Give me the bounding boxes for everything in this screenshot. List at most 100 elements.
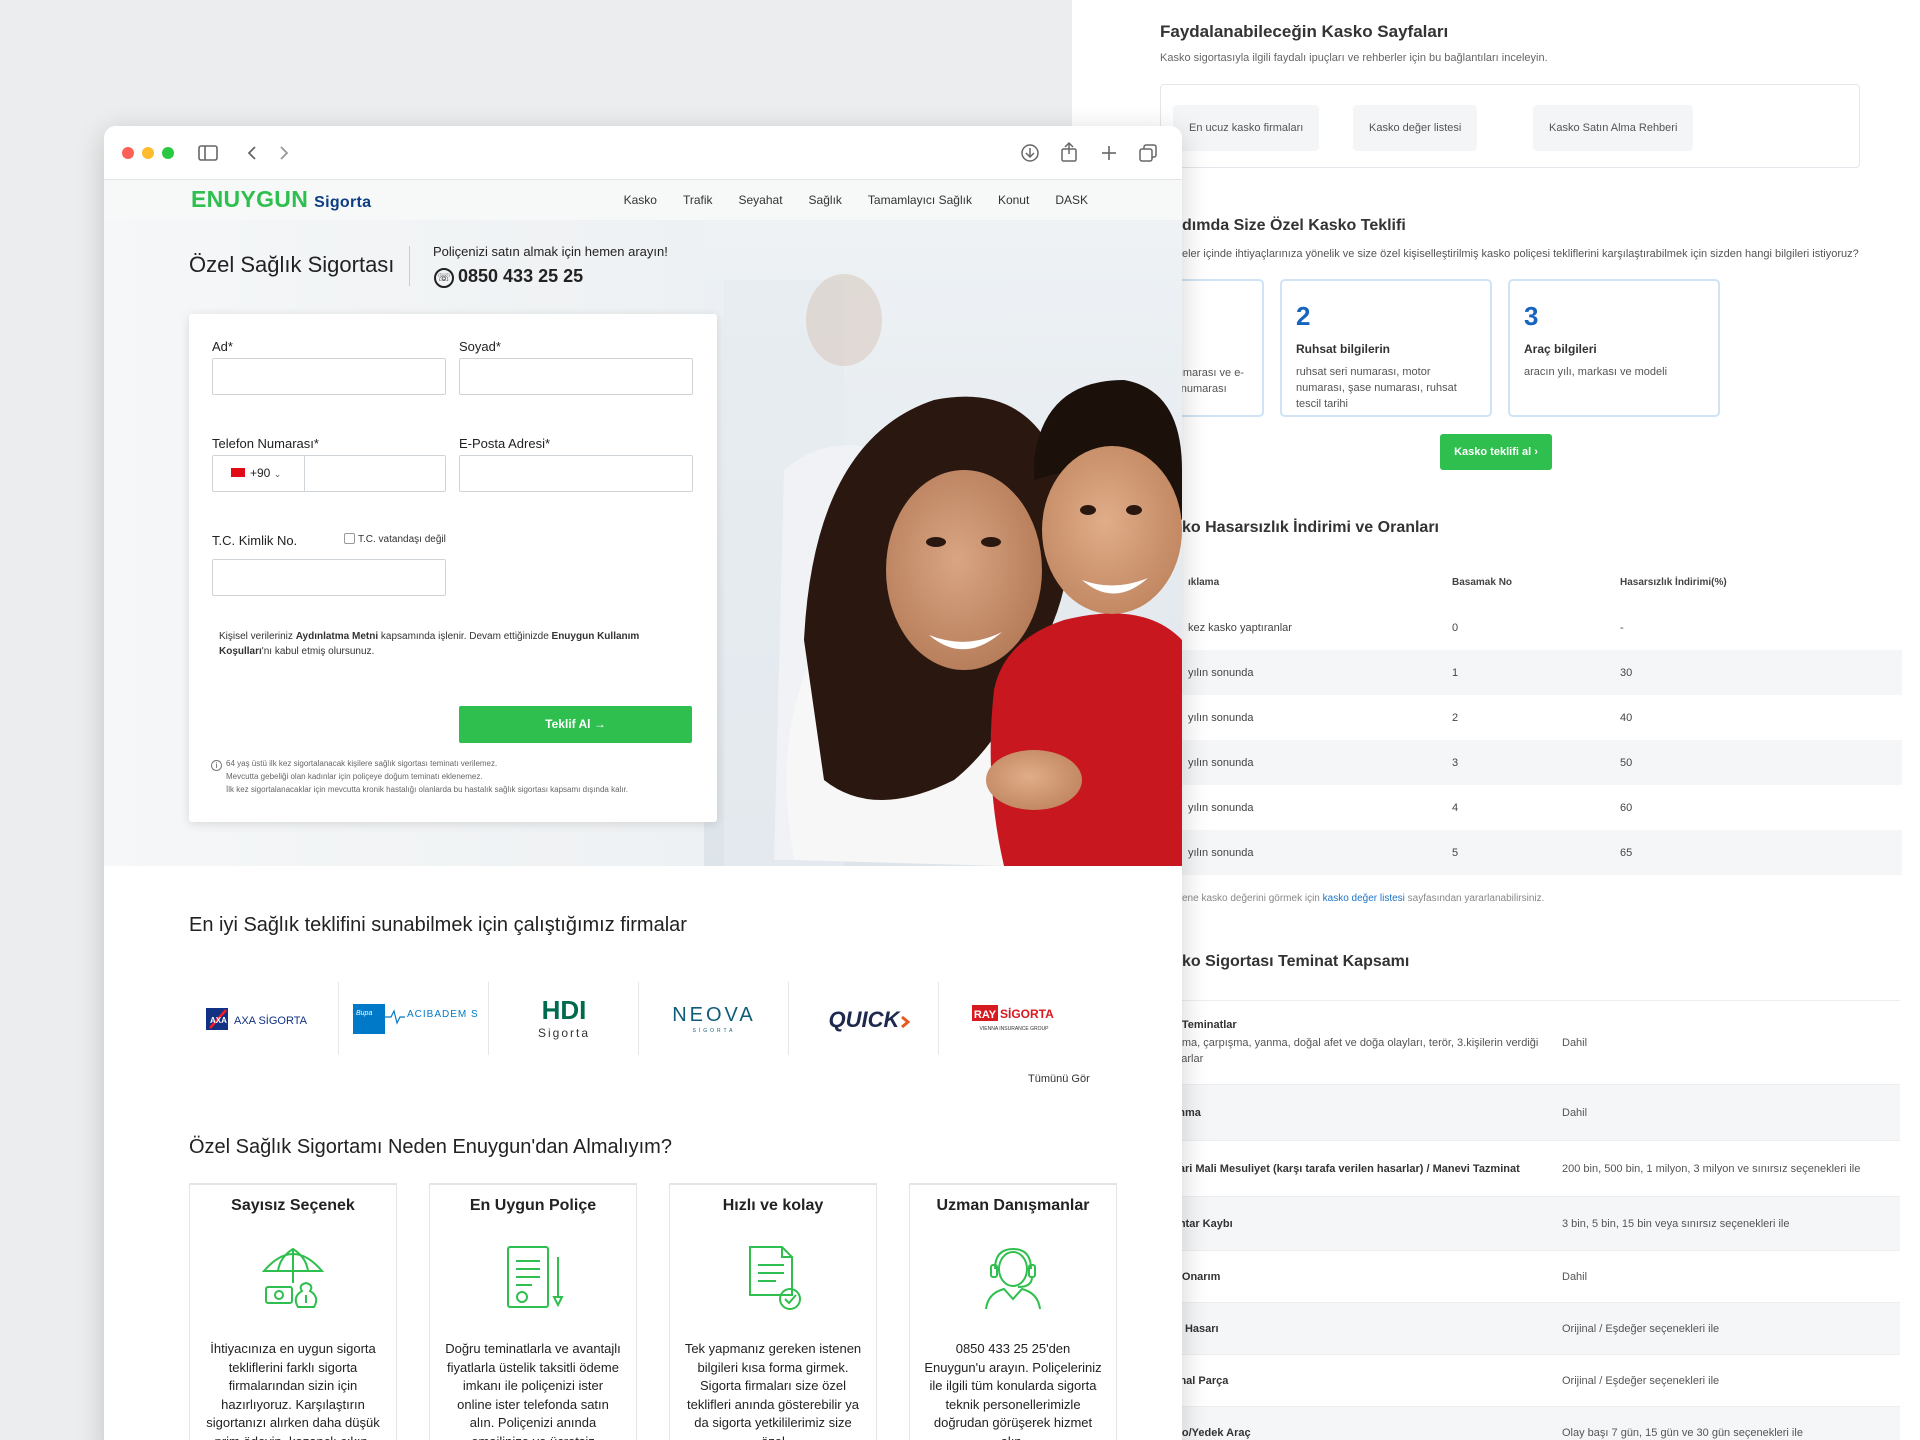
insurer-logo-quick[interactable]: QUICK (789, 982, 939, 1055)
insurer-logo-axa[interactable]: AXA AXA SİGORTA (189, 982, 339, 1055)
enuygun-logo[interactable]: ENUYGUN Sigorta (191, 186, 371, 213)
insurer-logo-ray[interactable]: RAY SİGORTA VIENNA INSURANCE GROUP (939, 982, 1089, 1055)
insurer-logo-neova[interactable]: NEOVA SİGORTA (639, 982, 789, 1055)
zoom-window-button[interactable] (162, 146, 174, 159)
info-icon: i (211, 760, 222, 771)
menu-item-tamamlayici-saglik[interactable]: Tamamlayıcı Sağlık (868, 193, 972, 207)
table-cell: 40 (1620, 711, 1633, 724)
back-icon[interactable] (246, 145, 258, 161)
table-cell: 3 (1452, 756, 1459, 769)
not-citizen-label: T.C. vatandaşı değil (358, 534, 446, 545)
main-menu: Kasko Trafik Seyahat Sağlık Tamamlayıcı … (624, 193, 1088, 207)
step-card-2: 2 Ruhsat bilgilerin ruhsat seri numarası… (1280, 279, 1492, 417)
card-title: Sayısız Seçenek (231, 1197, 355, 1214)
insurer-logo-hdi[interactable]: HDI Sigorta (489, 982, 639, 1055)
note-text: sayfasından yararlanabilirsiniz. (1404, 893, 1545, 904)
chevron-down-icon: ⌄ (273, 469, 282, 479)
step-desc: aracın yılı, markası ve modeli (1524, 366, 1668, 378)
table-row: amo/Yedek Araç Olay başı 7 gün, 15 gün ve… (1160, 1406, 1900, 1440)
phone-input[interactable]: +90 ⌄ (212, 455, 446, 492)
coverage-value: 200 bin, 500 bin, 1 milyon, 3 milyon ve … (1562, 1162, 1861, 1175)
new-tab-icon[interactable] (1100, 144, 1118, 162)
call-prompt: Poliçenizi satın almak için hemen arayın… (433, 244, 668, 259)
link-kasko-value-list[interactable]: Kasko değer listesi (1353, 105, 1478, 151)
minimize-window-button[interactable] (142, 146, 154, 159)
tabs-overview-icon[interactable] (1138, 143, 1158, 163)
menu-item-seyahat[interactable]: Seyahat (739, 193, 783, 207)
step-desc: ruhsat seri numarası, motor numarası, şa… (1296, 366, 1457, 410)
checkbox-box[interactable] (344, 533, 355, 544)
ray-logo: RAY SİGORTA VIENNA INSURANCE GROUP (972, 1004, 1054, 1032)
table-cell: 50 (1620, 756, 1633, 769)
insurer-logo-acibadem[interactable]: Bupa ACIBADEM SİGORTA (339, 982, 489, 1055)
table-cell: 5 (1452, 846, 1459, 859)
neova-logo: NEOVASİGORTA (672, 1004, 756, 1034)
see-all-link[interactable]: Tümünü Gör (1028, 1073, 1090, 1085)
menu-item-konut[interactable]: Konut (998, 193, 1029, 207)
step-number: 2 (1296, 301, 1311, 331)
not-citizen-checkbox[interactable]: T.C. vatandaşı değil (344, 533, 446, 545)
table-row: tiyari Mali Mesuliyet (karşı tarafa veri… (1160, 1140, 1900, 1196)
table-row: yılın sonunda 4 60 (1182, 785, 1902, 830)
feature-card-best-policy: En Uygun Poliçe Doğru teminatlarla ve av… (429, 1183, 637, 1440)
tc-input[interactable] (212, 559, 446, 596)
link-cheapest-kasko[interactable]: En ucuz kasko firmaları (1173, 105, 1320, 151)
kasko-quote-button[interactable]: Kasko teklifi al › (1440, 434, 1552, 470)
coverage-key: tiyari Mali Mesuliyet (karşı tarafa veri… (1166, 1162, 1520, 1175)
step-title: Araç bilgileri (1524, 342, 1597, 356)
menu-item-trafik[interactable]: Trafik (683, 193, 713, 207)
hero-phone[interactable]: ☏ 0850 433 25 25 (434, 266, 583, 288)
discount-title: ko Hasarsızlık İndirimi ve Oranları (1182, 519, 1439, 536)
last-name-input[interactable] (459, 358, 693, 395)
table-cell: yılın sonunda (1188, 801, 1254, 814)
neova-brand: NEOVA (672, 1004, 756, 1026)
consent-part: Kişisel verileriniz (219, 631, 296, 642)
step-card-3: 3 Araç bilgileri aracın yılı, markası ve… (1508, 279, 1720, 417)
table-row: yılın sonunda 3 50 (1182, 740, 1902, 785)
table-cell: 4 (1452, 801, 1459, 814)
menu-item-saglik[interactable]: Sağlık (809, 193, 842, 207)
link-kasko-buying-guide[interactable]: Kasko Satın Alma Rehberi (1533, 105, 1694, 151)
table-header-cell: Basamak No (1452, 577, 1513, 588)
browser-window: ENUYGUN Sigorta Kasko Trafik Seyahat Sağl… (104, 126, 1182, 1440)
kasko-pages-title: Faydalanabileceğin Kasko Sayfaları (1160, 22, 1449, 41)
coverage-value: 3 bin, 5 bin, 15 bin veya sınırsız seçen… (1562, 1217, 1790, 1230)
card-title: Uzman Danışmanlar (936, 1197, 1090, 1214)
coverage-value: Dahil (1562, 1270, 1588, 1283)
table-cell: yılın sonunda (1188, 666, 1254, 679)
table-cell: 30 (1620, 666, 1633, 679)
info-line: Mevcutta gebeliği olan kadınlar için pol… (226, 772, 483, 781)
phone-number: 0850 433 25 25 (458, 266, 584, 286)
quick-brand: QUICK (828, 1007, 901, 1032)
share-icon[interactable] (1060, 141, 1078, 163)
country-code-select[interactable]: +90 ⌄ (213, 456, 305, 491)
privacy-notice-link[interactable]: Aydınlatma Metni (296, 631, 378, 642)
coverage-key: ini Onarım (1166, 1270, 1221, 1283)
quote-form: Ad* Soyad* Telefon Numarası* +90 ⌄ E-Pos… (189, 314, 717, 822)
email-input[interactable] (459, 455, 693, 492)
consent-text: Kişisel verileriniz Aydınlatma Metni kap… (219, 629, 659, 659)
sidebar-icon[interactable] (198, 145, 218, 161)
card-desc: Doğru teminatlarla ve avantajlı fiyatlar… (445, 1341, 621, 1440)
table-cell: 0 (1452, 621, 1459, 634)
hdi-name: Sigorta (537, 1026, 589, 1040)
download-icon[interactable] (1020, 143, 1040, 163)
forward-icon[interactable] (278, 145, 290, 161)
first-name-input[interactable] (212, 358, 446, 395)
info-line: 64 yaş üstü ilk kez sigortalanacak kişil… (226, 759, 498, 768)
country-code-value: +90 (250, 466, 271, 480)
coverage-value: Olay başı 7 gün, 15 gün ve 30 gün seçene… (1562, 1426, 1803, 1439)
menu-item-dask[interactable]: DASK (1055, 193, 1088, 207)
kasko-value-link[interactable]: kasko değer listesi (1323, 893, 1405, 904)
menu-item-kasko[interactable]: Kasko (624, 193, 657, 207)
hero-title: Özel Sağlık Sigortası (189, 252, 395, 277)
table-row: nahtar Kaybı 3 bin, 5 bin, 15 bin veya sı… (1160, 1196, 1900, 1250)
support-agent-icon (985, 1247, 1041, 1310)
coverage-key: amo/Yedek Araç (1166, 1426, 1251, 1439)
close-window-button[interactable] (122, 146, 134, 159)
get-quote-button[interactable]: Teklif Al → (459, 706, 692, 743)
table-cell: yılın sonunda (1188, 846, 1254, 859)
insurers-title: En iyi Sağlık teklifini sunabilmek için … (189, 914, 687, 936)
ray-tagline: VIENNA INSURANCE GROUP (980, 1026, 1050, 1032)
table-cell: kez kasko yaptıranlar (1188, 621, 1292, 634)
